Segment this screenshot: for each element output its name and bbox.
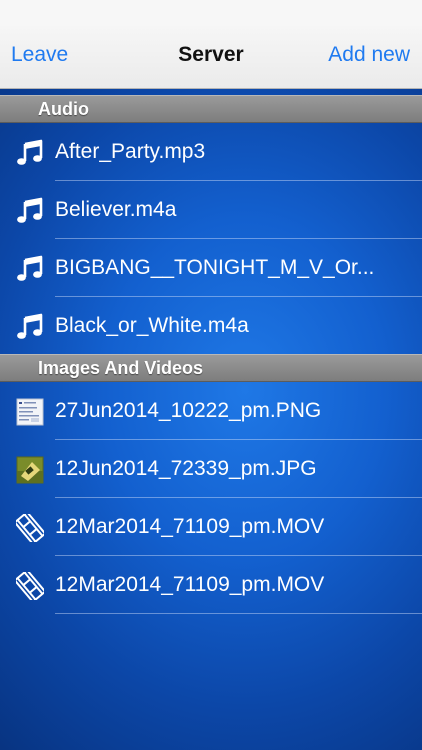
- file-name: Believer.m4a: [55, 198, 177, 221]
- file-name: 27Jun2014_10222_pm.PNG: [55, 399, 322, 422]
- file-row[interactable]: 27Jun2014_10222_pm.PNG: [0, 382, 422, 440]
- file-row[interactable]: 12Mar2014_71109_pm.MOV: [0, 498, 422, 556]
- navigation-bar: Leave Server Add new: [0, 26, 422, 89]
- file-name: 12Jun2014_72339_pm.JPG: [55, 457, 317, 480]
- file-name: 12Mar2014_71109_pm.MOV: [55, 515, 325, 538]
- image-thumbnail-icon: [16, 456, 44, 484]
- file-name: Black_or_White.m4a: [55, 314, 249, 337]
- image-thumbnail-icon: [16, 398, 44, 426]
- file-name: After_Party.mp3: [55, 140, 206, 163]
- file-row[interactable]: 12Jun2014_72339_pm.JPG: [0, 440, 422, 498]
- file-row[interactable]: Black_or_White.m4a: [0, 297, 422, 355]
- music-note-icon: [17, 197, 43, 223]
- section-header-label: Audio: [38, 99, 89, 119]
- status-bar: [0, 0, 422, 26]
- film-strip-icon: [16, 514, 44, 542]
- section-header-audio: Audio: [0, 95, 422, 123]
- section-header-label: Images And Videos: [38, 358, 204, 378]
- film-strip-icon: [16, 572, 44, 600]
- file-name: BIGBANG__TONIGHT_M_V_Or...: [55, 256, 375, 279]
- music-note-icon: [17, 255, 43, 281]
- section-header-images-and-videos: Images And Videos: [0, 354, 422, 382]
- file-name: 12Mar2014_71109_pm.MOV: [55, 573, 325, 596]
- file-row[interactable]: After_Party.mp3: [0, 123, 422, 181]
- music-note-icon: [17, 139, 43, 165]
- music-note-icon: [17, 313, 43, 339]
- add-new-button[interactable]: Add new: [328, 43, 410, 67]
- file-row[interactable]: Believer.m4a: [0, 181, 422, 239]
- file-row[interactable]: 12Mar2014_71109_pm.MOV: [0, 556, 422, 614]
- row-divider: [55, 613, 422, 614]
- file-row[interactable]: BIGBANG__TONIGHT_M_V_Or...: [0, 239, 422, 297]
